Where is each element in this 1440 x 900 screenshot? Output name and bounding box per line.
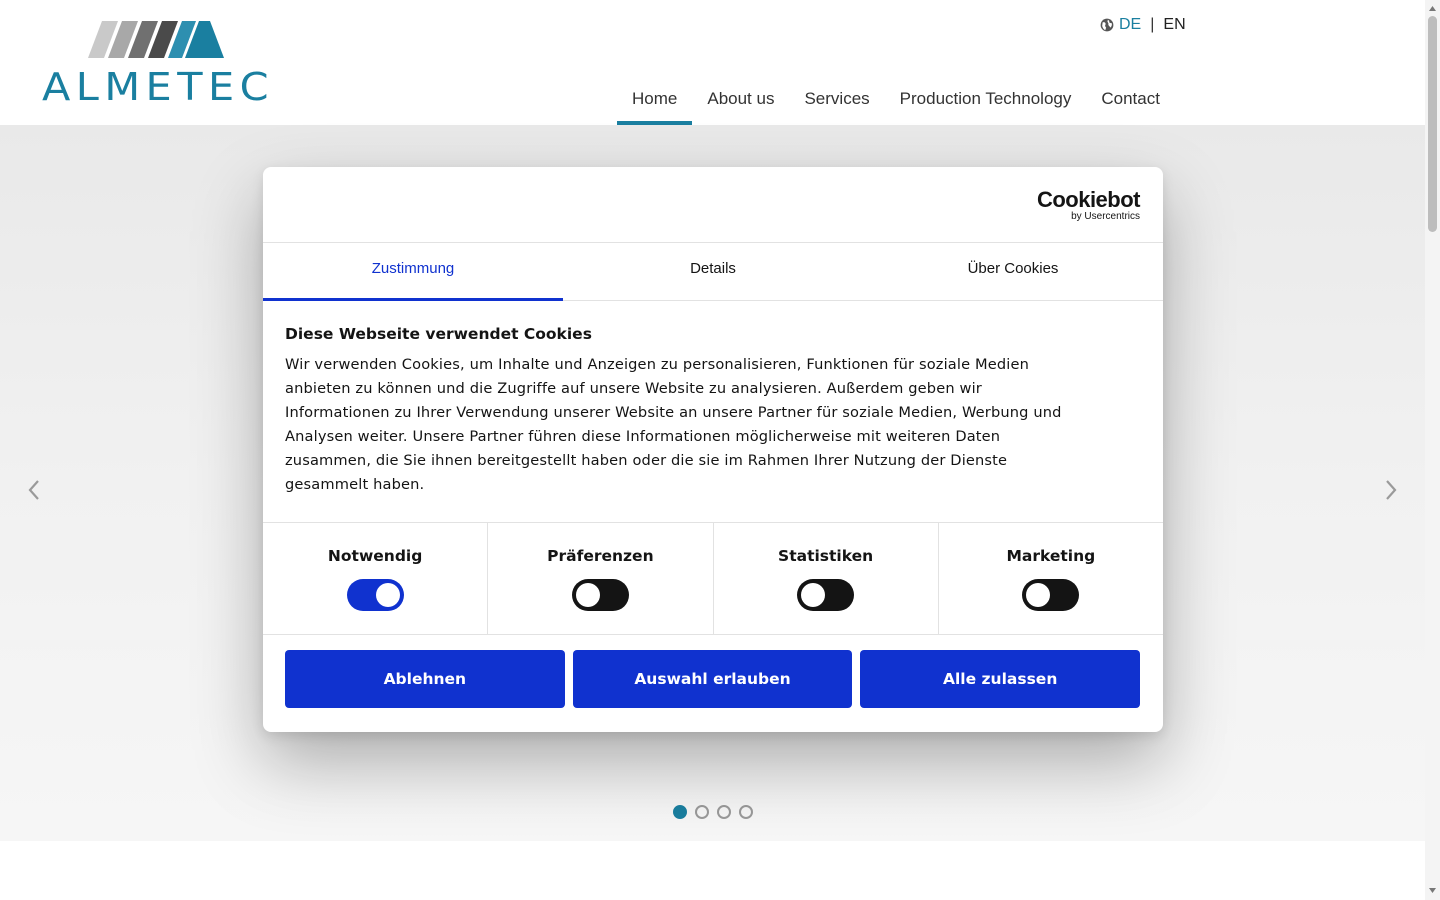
- allow-selection-button[interactable]: Auswahl erlauben: [572, 650, 853, 708]
- logo-image: ALMETEC: [42, 21, 274, 109]
- category-label: Notwendig: [327, 547, 423, 565]
- chevron-left-icon: [28, 480, 39, 500]
- slider-dot-1[interactable]: [673, 805, 687, 819]
- category-marketing: Marketing: [939, 523, 1163, 634]
- description-line: gesammelt haben.: [285, 476, 425, 493]
- description-line: anbieten zu können und die Zugriffe auf …: [285, 380, 982, 397]
- nav-item-about-us[interactable]: About us: [692, 78, 789, 125]
- language-de-link[interactable]: DE: [1119, 16, 1141, 34]
- tab-zustimmung[interactable]: Zustimmung: [263, 243, 563, 301]
- nav-item-home[interactable]: Home: [617, 78, 693, 125]
- cookiebot-brand-name: Cookiebot: [1036, 187, 1141, 212]
- slider-dot-3[interactable]: [717, 805, 731, 819]
- language-switcher: DE | EN: [1100, 14, 1186, 36]
- slider-next-button[interactable]: [1381, 477, 1401, 503]
- description-line: Analysen weiter. Unsere Partner führen d…: [285, 428, 1001, 445]
- category-praeferenzen: Präferenzen: [488, 523, 714, 634]
- notwendig-toggle[interactable]: [346, 579, 404, 611]
- slider-pagination: [673, 805, 753, 819]
- chevron-right-icon: [1386, 480, 1397, 500]
- dialog-actions: Ablehnen Auswahl erlauben Alle zulassen: [263, 635, 1163, 708]
- slider-dot-2[interactable]: [695, 805, 709, 819]
- cookie-consent-dialog: Cookiebot by Usercentrics Zustimmung Det…: [263, 167, 1163, 732]
- dialog-body: Diese Webseite verwendet Cookies Wir ver…: [263, 301, 1163, 523]
- statistiken-toggle[interactable]: [797, 579, 855, 611]
- dialog-description: Wir verwenden Cookies, um Inhalte und An…: [285, 353, 1141, 497]
- dialog-title: Diese Webseite verwendet Cookies: [285, 325, 592, 343]
- page-scrollbar[interactable]: [1425, 0, 1440, 900]
- dialog-tabs: Zustimmung Details Über Cookies: [263, 243, 1163, 301]
- language-en-link[interactable]: EN: [1163, 16, 1185, 34]
- decline-button[interactable]: Ablehnen: [285, 650, 565, 708]
- description-line: zusammen, die Sie ihnen bereitgestellt h…: [285, 452, 1008, 469]
- marketing-toggle[interactable]: [1022, 579, 1080, 611]
- category-label: Statistiken: [778, 547, 874, 565]
- nav-item-production-technology[interactable]: Production Technology: [885, 78, 1087, 125]
- almetec-logo[interactable]: ALMETEC: [40, 18, 276, 109]
- description-line: Informationen zu Ihrer Verwendung unsere…: [285, 404, 1062, 421]
- cookie-categories: Notwendig Präferenzen Statistiken Market…: [263, 523, 1163, 635]
- allow-all-button[interactable]: Alle zulassen: [860, 650, 1141, 708]
- category-statistiken: Statistiken: [714, 523, 939, 634]
- dialog-header: Cookiebot by Usercentrics: [263, 167, 1163, 243]
- slider-prev-button[interactable]: [24, 477, 44, 503]
- scroll-up-arrow-icon[interactable]: [1428, 4, 1437, 13]
- language-separator: |: [1150, 16, 1155, 33]
- scroll-down-arrow-icon[interactable]: [1428, 886, 1437, 895]
- main-navigation: Home About us Services Production Techno…: [617, 78, 1175, 125]
- tab-details[interactable]: Details: [563, 243, 863, 300]
- cookiebot-brand-sub: by Usercentrics: [1071, 211, 1140, 222]
- category-label: Marketing: [1006, 547, 1096, 565]
- nav-item-contact[interactable]: Contact: [1086, 78, 1175, 125]
- slider-dot-4[interactable]: [739, 805, 753, 819]
- category-label: Präferenzen: [547, 547, 654, 565]
- site-header: ALMETEC DE | EN Home About us Services P…: [0, 0, 1425, 125]
- nav-item-services[interactable]: Services: [789, 78, 884, 125]
- svg-text:ALMETEC: ALMETEC: [42, 65, 274, 104]
- globe-icon: [1100, 18, 1114, 32]
- category-notwendig: Notwendig: [263, 523, 489, 634]
- tab-ueber-cookies[interactable]: Über Cookies: [863, 243, 1163, 300]
- praeferenzen-toggle[interactable]: [571, 579, 629, 611]
- scrollbar-thumb[interactable]: [1428, 16, 1437, 232]
- cookiebot-logo[interactable]: Cookiebot by Usercentrics: [1036, 187, 1141, 223]
- description-line: Wir verwenden Cookies, um Inhalte und An…: [285, 356, 1030, 373]
